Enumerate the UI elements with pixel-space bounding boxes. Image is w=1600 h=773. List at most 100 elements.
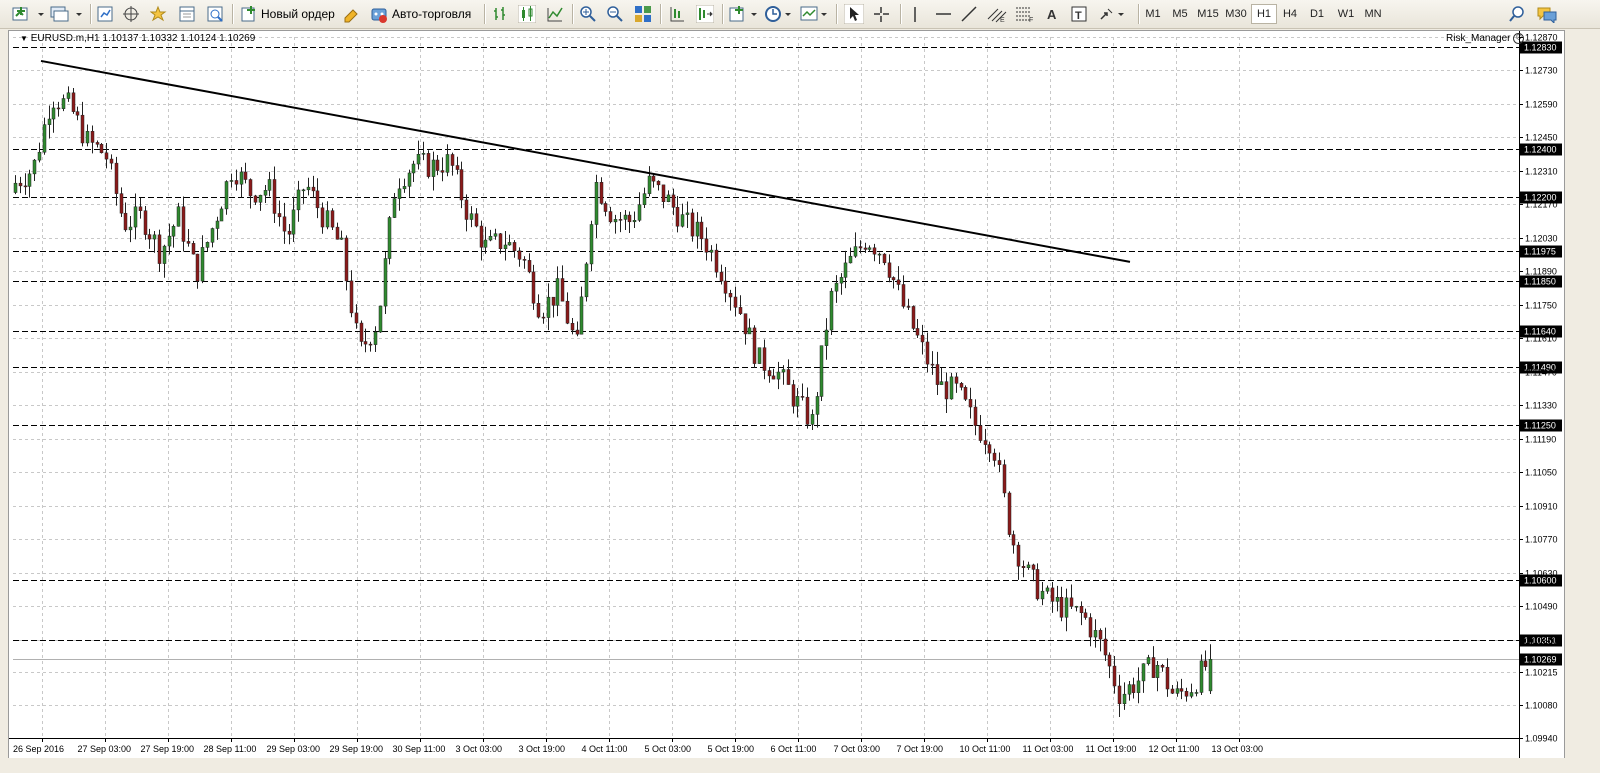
candle-body xyxy=(1011,534,1016,546)
metaeditor-icon[interactable] xyxy=(342,3,362,25)
time-tick-label: 30 Sep 11:00 xyxy=(393,744,446,754)
time-tick-label: 4 Oct 11:00 xyxy=(582,744,628,754)
new-chart-button[interactable] xyxy=(12,3,46,25)
candle-body xyxy=(618,219,623,221)
candle-body xyxy=(1026,564,1031,569)
candle-body xyxy=(1199,660,1204,693)
timeframe-m5[interactable]: M5 xyxy=(1168,5,1192,23)
time-tick-label: 13 Oct 03:00 xyxy=(1212,744,1264,754)
candle-body xyxy=(1098,630,1103,640)
cursor-tool[interactable] xyxy=(844,3,864,25)
candle-body xyxy=(32,159,37,175)
candle-body xyxy=(507,242,512,246)
timeframe-m30[interactable]: M30 xyxy=(1222,5,1250,23)
timeframe-h1[interactable]: H1 xyxy=(1251,4,1277,24)
candle-body xyxy=(1035,569,1040,600)
candle-body xyxy=(133,206,138,228)
templates-button[interactable] xyxy=(800,3,830,25)
fibonacci-tool[interactable]: F xyxy=(1014,3,1036,25)
candle-body xyxy=(747,327,752,335)
line-chart-button[interactable] xyxy=(546,3,564,25)
candle-body xyxy=(37,151,42,161)
autotrading-button[interactable]: Авто-торговля xyxy=(370,3,471,25)
candle-body xyxy=(891,277,896,281)
indicators-button[interactable] xyxy=(729,3,763,25)
candle-body xyxy=(435,159,440,171)
equidistant-channel-tool[interactable]: E xyxy=(986,3,1008,25)
candle-body xyxy=(426,153,431,177)
candle-body xyxy=(455,165,460,170)
favorites-icon[interactable] xyxy=(150,3,170,25)
candle-body xyxy=(1203,660,1208,667)
strategy-tester-icon[interactable] xyxy=(206,3,224,25)
candle-body xyxy=(637,204,642,221)
risk-manager-label: Risk_Manager ☹ xyxy=(1446,33,1525,44)
candle-body xyxy=(479,225,484,248)
candle-body xyxy=(1194,692,1199,694)
text-label-tool[interactable]: T xyxy=(1070,3,1088,25)
new-order-button[interactable]: Новый ордер xyxy=(240,3,335,25)
chart-menu-icon[interactable]: ▼ xyxy=(20,34,28,43)
arrows-tool[interactable] xyxy=(1098,3,1128,25)
market-watch-icon[interactable] xyxy=(96,3,114,25)
timeframe-d1[interactable]: D1 xyxy=(1305,5,1329,23)
candle-body xyxy=(728,293,733,298)
navigator-icon[interactable] xyxy=(122,3,140,25)
candle-body xyxy=(608,211,613,223)
autoscroll-button[interactable] xyxy=(696,3,714,25)
vertical-line-tool[interactable] xyxy=(906,3,924,25)
indicator-face-icon: ☹ xyxy=(1513,33,1525,44)
timeframe-w1[interactable]: W1 xyxy=(1333,5,1359,23)
candle-body xyxy=(925,341,930,365)
price-tick-label: 1.11610 xyxy=(1525,334,1557,344)
price-tick-label: 1.12310 xyxy=(1525,167,1558,177)
price-chart[interactable]: 1.128301.124001.122001.119751.118501.116… xyxy=(9,31,1564,758)
candle-body xyxy=(359,322,364,342)
candle-body xyxy=(157,234,162,264)
svg-text:E: E xyxy=(1000,17,1005,23)
profiles-button[interactable] xyxy=(50,3,84,25)
candle-body xyxy=(397,188,402,199)
candle-body xyxy=(109,158,114,164)
candle-body xyxy=(349,280,354,314)
chart-shift-button[interactable] xyxy=(668,3,686,25)
candlestick-chart-button[interactable] xyxy=(518,3,536,25)
data-window-icon[interactable] xyxy=(178,3,196,25)
candle-body xyxy=(152,234,157,240)
timeframe-h4[interactable]: H4 xyxy=(1278,5,1302,23)
price-tick-label: 1.10215 xyxy=(1525,668,1558,678)
price-tick-label: 1.11750 xyxy=(1525,301,1557,311)
trendline-tool[interactable] xyxy=(960,3,978,25)
candle-body xyxy=(253,195,258,203)
candle-body xyxy=(186,241,191,244)
candle-body xyxy=(1007,492,1012,535)
text-tool[interactable]: A xyxy=(1044,3,1060,25)
search-icon[interactable] xyxy=(1508,3,1526,25)
candle-body xyxy=(920,334,925,343)
candle-body xyxy=(1165,666,1170,690)
periods-button[interactable] xyxy=(764,3,794,25)
candle-body xyxy=(915,328,920,336)
zoom-in-button[interactable] xyxy=(579,3,597,25)
timeframe-m1[interactable]: M1 xyxy=(1142,5,1164,23)
chat-icon[interactable] xyxy=(1536,3,1558,25)
chart-window[interactable]: 1.12830 1.12400 1.12200 1.11975 1.11850 1.116… xyxy=(8,30,1565,759)
symbol-info: ▼ EURUSD.m,H1 1.10137 1.10332 1.10124 1.… xyxy=(20,33,255,44)
crosshair-tool[interactable] xyxy=(872,3,890,25)
time-tick-label: 29 Sep 19:00 xyxy=(330,744,384,754)
timeframe-mn[interactable]: MN xyxy=(1360,5,1386,23)
tile-windows-button[interactable] xyxy=(634,3,652,25)
zoom-out-button[interactable] xyxy=(606,3,624,25)
candle-body xyxy=(498,233,503,249)
candle-body xyxy=(983,440,988,445)
candle-body xyxy=(536,302,541,318)
bar-chart-button[interactable] xyxy=(491,3,509,25)
price-tick-label: 1.09940 xyxy=(1525,734,1558,744)
price-tick-label: 1.12590 xyxy=(1525,100,1558,110)
trendline-line xyxy=(40,59,1131,263)
price-tick-label: 1.10350 xyxy=(1525,636,1558,646)
timeframe-m15[interactable]: M15 xyxy=(1194,5,1222,23)
candle-body xyxy=(344,237,349,282)
candle-body xyxy=(829,290,834,331)
horizontal-line-tool[interactable] xyxy=(934,3,952,25)
